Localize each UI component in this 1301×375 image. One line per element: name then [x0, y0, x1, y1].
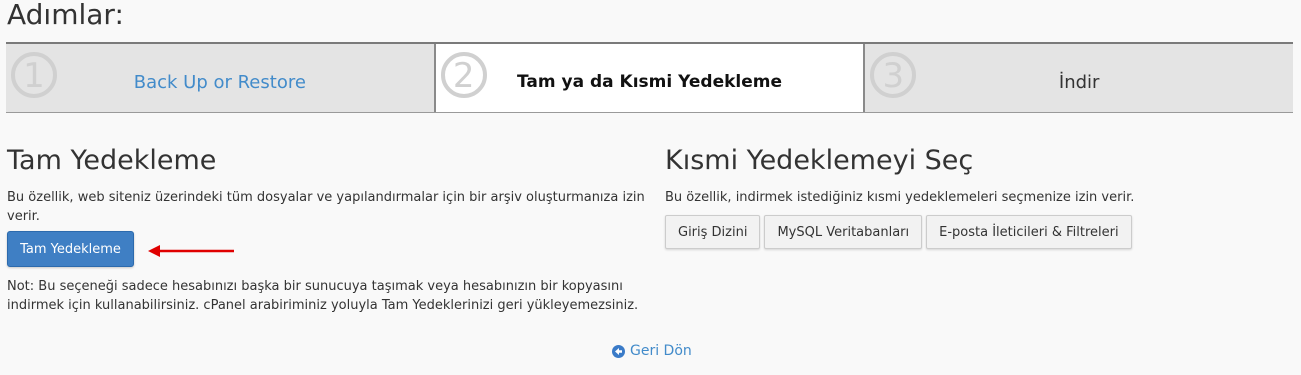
- partial-backup-description: Bu özellik, indirmek istediğiniz kısmi y…: [665, 190, 1135, 205]
- step-1: 1 Back Up or Restore: [6, 44, 434, 112]
- page-heading: Adımlar:: [7, 0, 124, 31]
- backup-wizard-page: Adımlar: 1 Back Up or Restore 2 Tam ya d…: [0, 0, 1301, 375]
- red-arrow-icon: [148, 245, 234, 257]
- partial-backup-section: Kısmi Yedeklemeyi Seç Bu özellik, indirm…: [665, 143, 1285, 249]
- step-indicator: 1 Back Up or Restore 2 Tam ya da Kısmi Y…: [6, 42, 1294, 113]
- mysql-databases-button[interactable]: MySQL Veritabanları: [764, 215, 923, 249]
- full-backup-button[interactable]: Tam Yedekleme: [7, 231, 134, 267]
- full-backup-section: Tam Yedekleme Bu özellik, web siteniz üz…: [7, 143, 647, 313]
- step-3-label: İndir: [1058, 72, 1100, 93]
- full-backup-description: Bu özellik, web siteniz üzerindeki tüm d…: [7, 190, 645, 224]
- arrow-circle-left-icon: [612, 344, 625, 358]
- full-backup-note: Not: Bu seçeneği sadece hesabınızı başka…: [7, 279, 639, 313]
- go-back-label: Geri Dön: [630, 343, 692, 359]
- step-1-link[interactable]: Back Up or Restore: [6, 72, 434, 93]
- step-2: 2 Tam ya da Kısmi Yedekleme: [433, 44, 864, 112]
- step-3: 3 İndir: [863, 44, 1294, 112]
- full-backup-title: Tam Yedekleme: [7, 145, 217, 176]
- go-back-link[interactable]: Geri Dön: [612, 343, 692, 359]
- partial-backup-title: Kısmi Yedeklemeyi Seç: [665, 145, 974, 176]
- email-forwarders-filters-button[interactable]: E-posta İleticileri & Filtreleri: [926, 215, 1132, 249]
- partial-backup-buttons: Giriş Dizini MySQL Veritabanları E-posta…: [665, 215, 1136, 249]
- step-2-label: Tam ya da Kısmi Yedekleme: [517, 72, 783, 92]
- home-directory-button[interactable]: Giriş Dizini: [665, 215, 761, 249]
